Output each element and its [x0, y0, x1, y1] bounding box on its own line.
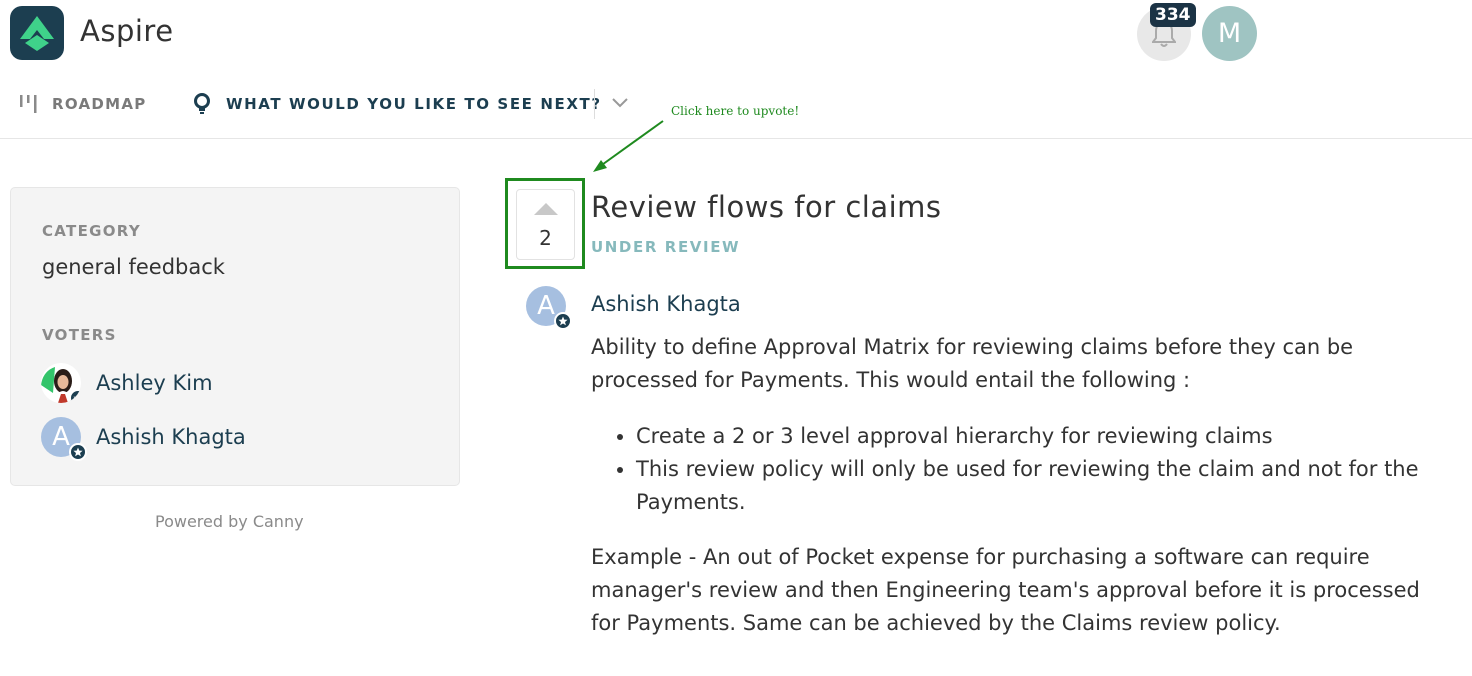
- list-item: This review policy will only be used for…: [636, 453, 1421, 519]
- chevron-down-icon[interactable]: [610, 96, 630, 110]
- avatar-initial: A: [537, 291, 555, 321]
- post-bullet-list: Create a 2 or 3 level approval hierarchy…: [615, 420, 1421, 519]
- star-badge-icon: [69, 443, 87, 461]
- status-badge: UNDER REVIEW: [591, 238, 741, 256]
- voter-name: Ashley Kim: [96, 371, 213, 395]
- vote-count: 2: [539, 226, 552, 250]
- upvote-arrow-icon: [534, 203, 558, 215]
- logo-icon: [20, 16, 54, 51]
- nav-board-label: WHAT WOULD YOU LIKE TO SEE NEXT?: [226, 95, 602, 113]
- nav-roadmap[interactable]: ROADMAP: [18, 92, 147, 116]
- post-title: Review flows for claims: [591, 190, 942, 224]
- star-badge-icon: [554, 312, 572, 330]
- post-example: Example - An out of Pocket expense for p…: [591, 545, 1420, 635]
- nav-divider: [0, 138, 1472, 139]
- list-item: Create a 2 or 3 level approval hierarchy…: [636, 420, 1421, 453]
- avatar: A: [526, 286, 572, 330]
- powered-by-link[interactable]: Powered by Canny: [155, 512, 304, 531]
- star-badge-icon: [69, 389, 81, 403]
- post-body: Ability to define Approval Matrix for re…: [591, 331, 1421, 640]
- post-intro: Ability to define Approval Matrix for re…: [591, 335, 1354, 392]
- nav-roadmap-label: ROADMAP: [52, 95, 147, 113]
- voters-label: VOTERS: [42, 326, 117, 344]
- avatar: [41, 363, 81, 403]
- avatar-initial: A: [52, 422, 70, 452]
- annotation-arrow-icon: [593, 120, 664, 172]
- post-sidebar: CATEGORY general feedback VOTERS Ashley …: [10, 187, 460, 486]
- voter-item[interactable]: Ashley Kim: [41, 363, 213, 403]
- category-value: general feedback: [42, 255, 225, 279]
- roadmap-icon: [20, 95, 37, 113]
- avatar: A: [41, 417, 87, 461]
- category-label: CATEGORY: [42, 222, 141, 240]
- aspire-logo[interactable]: [10, 6, 64, 60]
- lightbulb-icon: [194, 93, 210, 114]
- voter-item[interactable]: A Ashish Khagta: [41, 417, 246, 461]
- upvote-annotation-text: Click here to upvote!: [671, 104, 800, 118]
- nav-board[interactable]: WHAT WOULD YOU LIKE TO SEE NEXT?: [192, 92, 602, 116]
- user-avatar[interactable]: M: [1202, 6, 1257, 61]
- author-avatar[interactable]: A: [526, 286, 572, 330]
- notification-badge: 334: [1150, 3, 1196, 27]
- voter-name: Ashish Khagta: [96, 425, 246, 449]
- upvote-button[interactable]: 2: [516, 189, 575, 260]
- author-name[interactable]: Ashish Khagta: [591, 292, 741, 316]
- app-title[interactable]: Aspire: [80, 14, 174, 48]
